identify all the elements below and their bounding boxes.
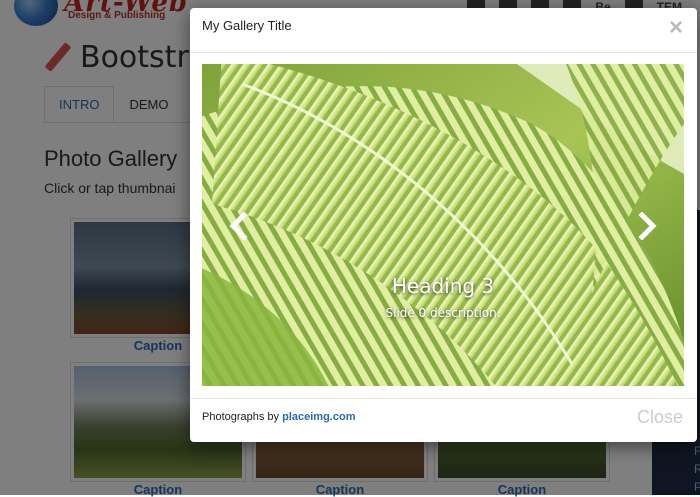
slide-heading: Heading 3 — [391, 274, 495, 298]
carousel-slide: Heading 3 Slide 0 description. — [202, 64, 684, 386]
modal-title: My Gallery Title — [202, 18, 292, 33]
carousel-next-button[interactable] — [634, 212, 660, 240]
slide-image — [202, 64, 684, 386]
credit-prefix: Photographs by — [202, 411, 280, 423]
photo-credit: Photographs by placeimg.com — [202, 411, 355, 423]
close-button[interactable]: Close — [637, 407, 683, 428]
close-icon[interactable]: × — [669, 14, 683, 42]
credit-link[interactable]: placeimg.com — [282, 411, 355, 423]
modal-body: Heading 3 Slide 0 description. — [202, 64, 684, 386]
chevron-left-icon — [229, 212, 248, 240]
carousel-prev-button[interactable] — [226, 212, 252, 240]
carousel-caption: Heading 3 Slide 0 description. — [202, 274, 684, 320]
modal-header: My Gallery Title × — [190, 8, 697, 53]
slide-description: Slide 0 description. — [385, 306, 501, 320]
chevron-right-icon — [638, 212, 657, 240]
modal-footer: Photographs by placeimg.com Close — [190, 398, 697, 443]
gallery-modal: My Gallery Title × Heading 3 Slide 0 des… — [190, 8, 697, 442]
